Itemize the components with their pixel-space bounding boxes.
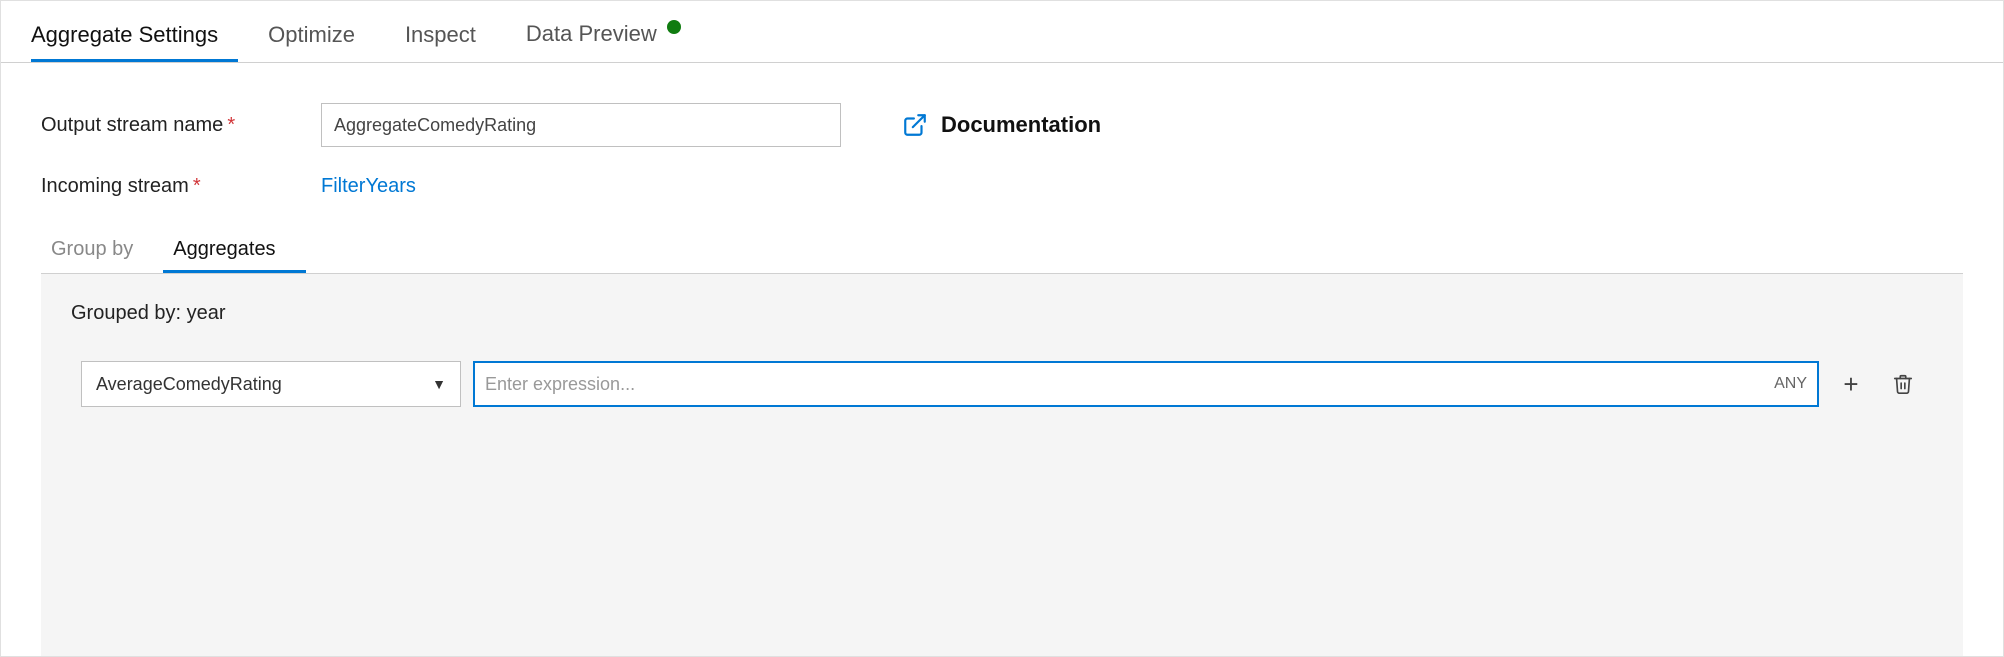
aggregates-content: Grouped by: year AverageComedyRating ▼ E… bbox=[41, 274, 1963, 656]
output-stream-required: * bbox=[227, 114, 235, 136]
incoming-stream-row: Incoming stream* FilterYears bbox=[41, 175, 1963, 198]
external-link-icon bbox=[901, 111, 929, 139]
tab-optimize[interactable]: Optimize bbox=[268, 22, 375, 62]
main-container: Aggregate Settings Optimize Inspect Data… bbox=[0, 0, 2004, 657]
aggregate-column-dropdown[interactable]: AverageComedyRating ▼ bbox=[81, 361, 461, 407]
expression-input-wrapper[interactable]: Enter expression... ANY bbox=[473, 361, 1819, 407]
documentation-link[interactable]: Documentation bbox=[901, 111, 1101, 139]
output-stream-input[interactable] bbox=[321, 103, 841, 147]
grouped-by-label: Grouped by: year bbox=[71, 302, 1933, 325]
tab-aggregate-settings[interactable]: Aggregate Settings bbox=[31, 22, 238, 62]
tab-aggregates[interactable]: Aggregates bbox=[163, 226, 305, 273]
incoming-stream-required: * bbox=[193, 175, 201, 197]
any-badge: ANY bbox=[1774, 375, 1807, 393]
dropdown-arrow-icon: ▼ bbox=[432, 376, 446, 392]
expression-row: AverageComedyRating ▼ Enter expression..… bbox=[71, 347, 1933, 421]
tab-inspect[interactable]: Inspect bbox=[405, 22, 496, 62]
tab-group-by[interactable]: Group by bbox=[41, 226, 163, 273]
output-stream-row: Output stream name* Documentation bbox=[41, 103, 1963, 147]
documentation-label: Documentation bbox=[941, 112, 1101, 138]
tab-data-preview[interactable]: Data Preview bbox=[526, 20, 701, 62]
add-aggregate-button[interactable]: + bbox=[1831, 364, 1871, 404]
inner-tab-bar: Group by Aggregates bbox=[41, 226, 1963, 274]
delete-aggregate-button[interactable] bbox=[1883, 364, 1923, 404]
trash-icon bbox=[1892, 373, 1914, 395]
incoming-stream-link[interactable]: FilterYears bbox=[321, 175, 416, 198]
top-tab-bar: Aggregate Settings Optimize Inspect Data… bbox=[1, 1, 2003, 63]
data-preview-status-dot bbox=[667, 20, 681, 34]
output-stream-label: Output stream name* bbox=[41, 114, 321, 137]
expression-placeholder: Enter expression... bbox=[485, 374, 1766, 395]
dropdown-value: AverageComedyRating bbox=[96, 374, 282, 395]
incoming-stream-label: Incoming stream* bbox=[41, 175, 321, 198]
content-area: Output stream name* Documentation Incomi… bbox=[1, 63, 2003, 656]
